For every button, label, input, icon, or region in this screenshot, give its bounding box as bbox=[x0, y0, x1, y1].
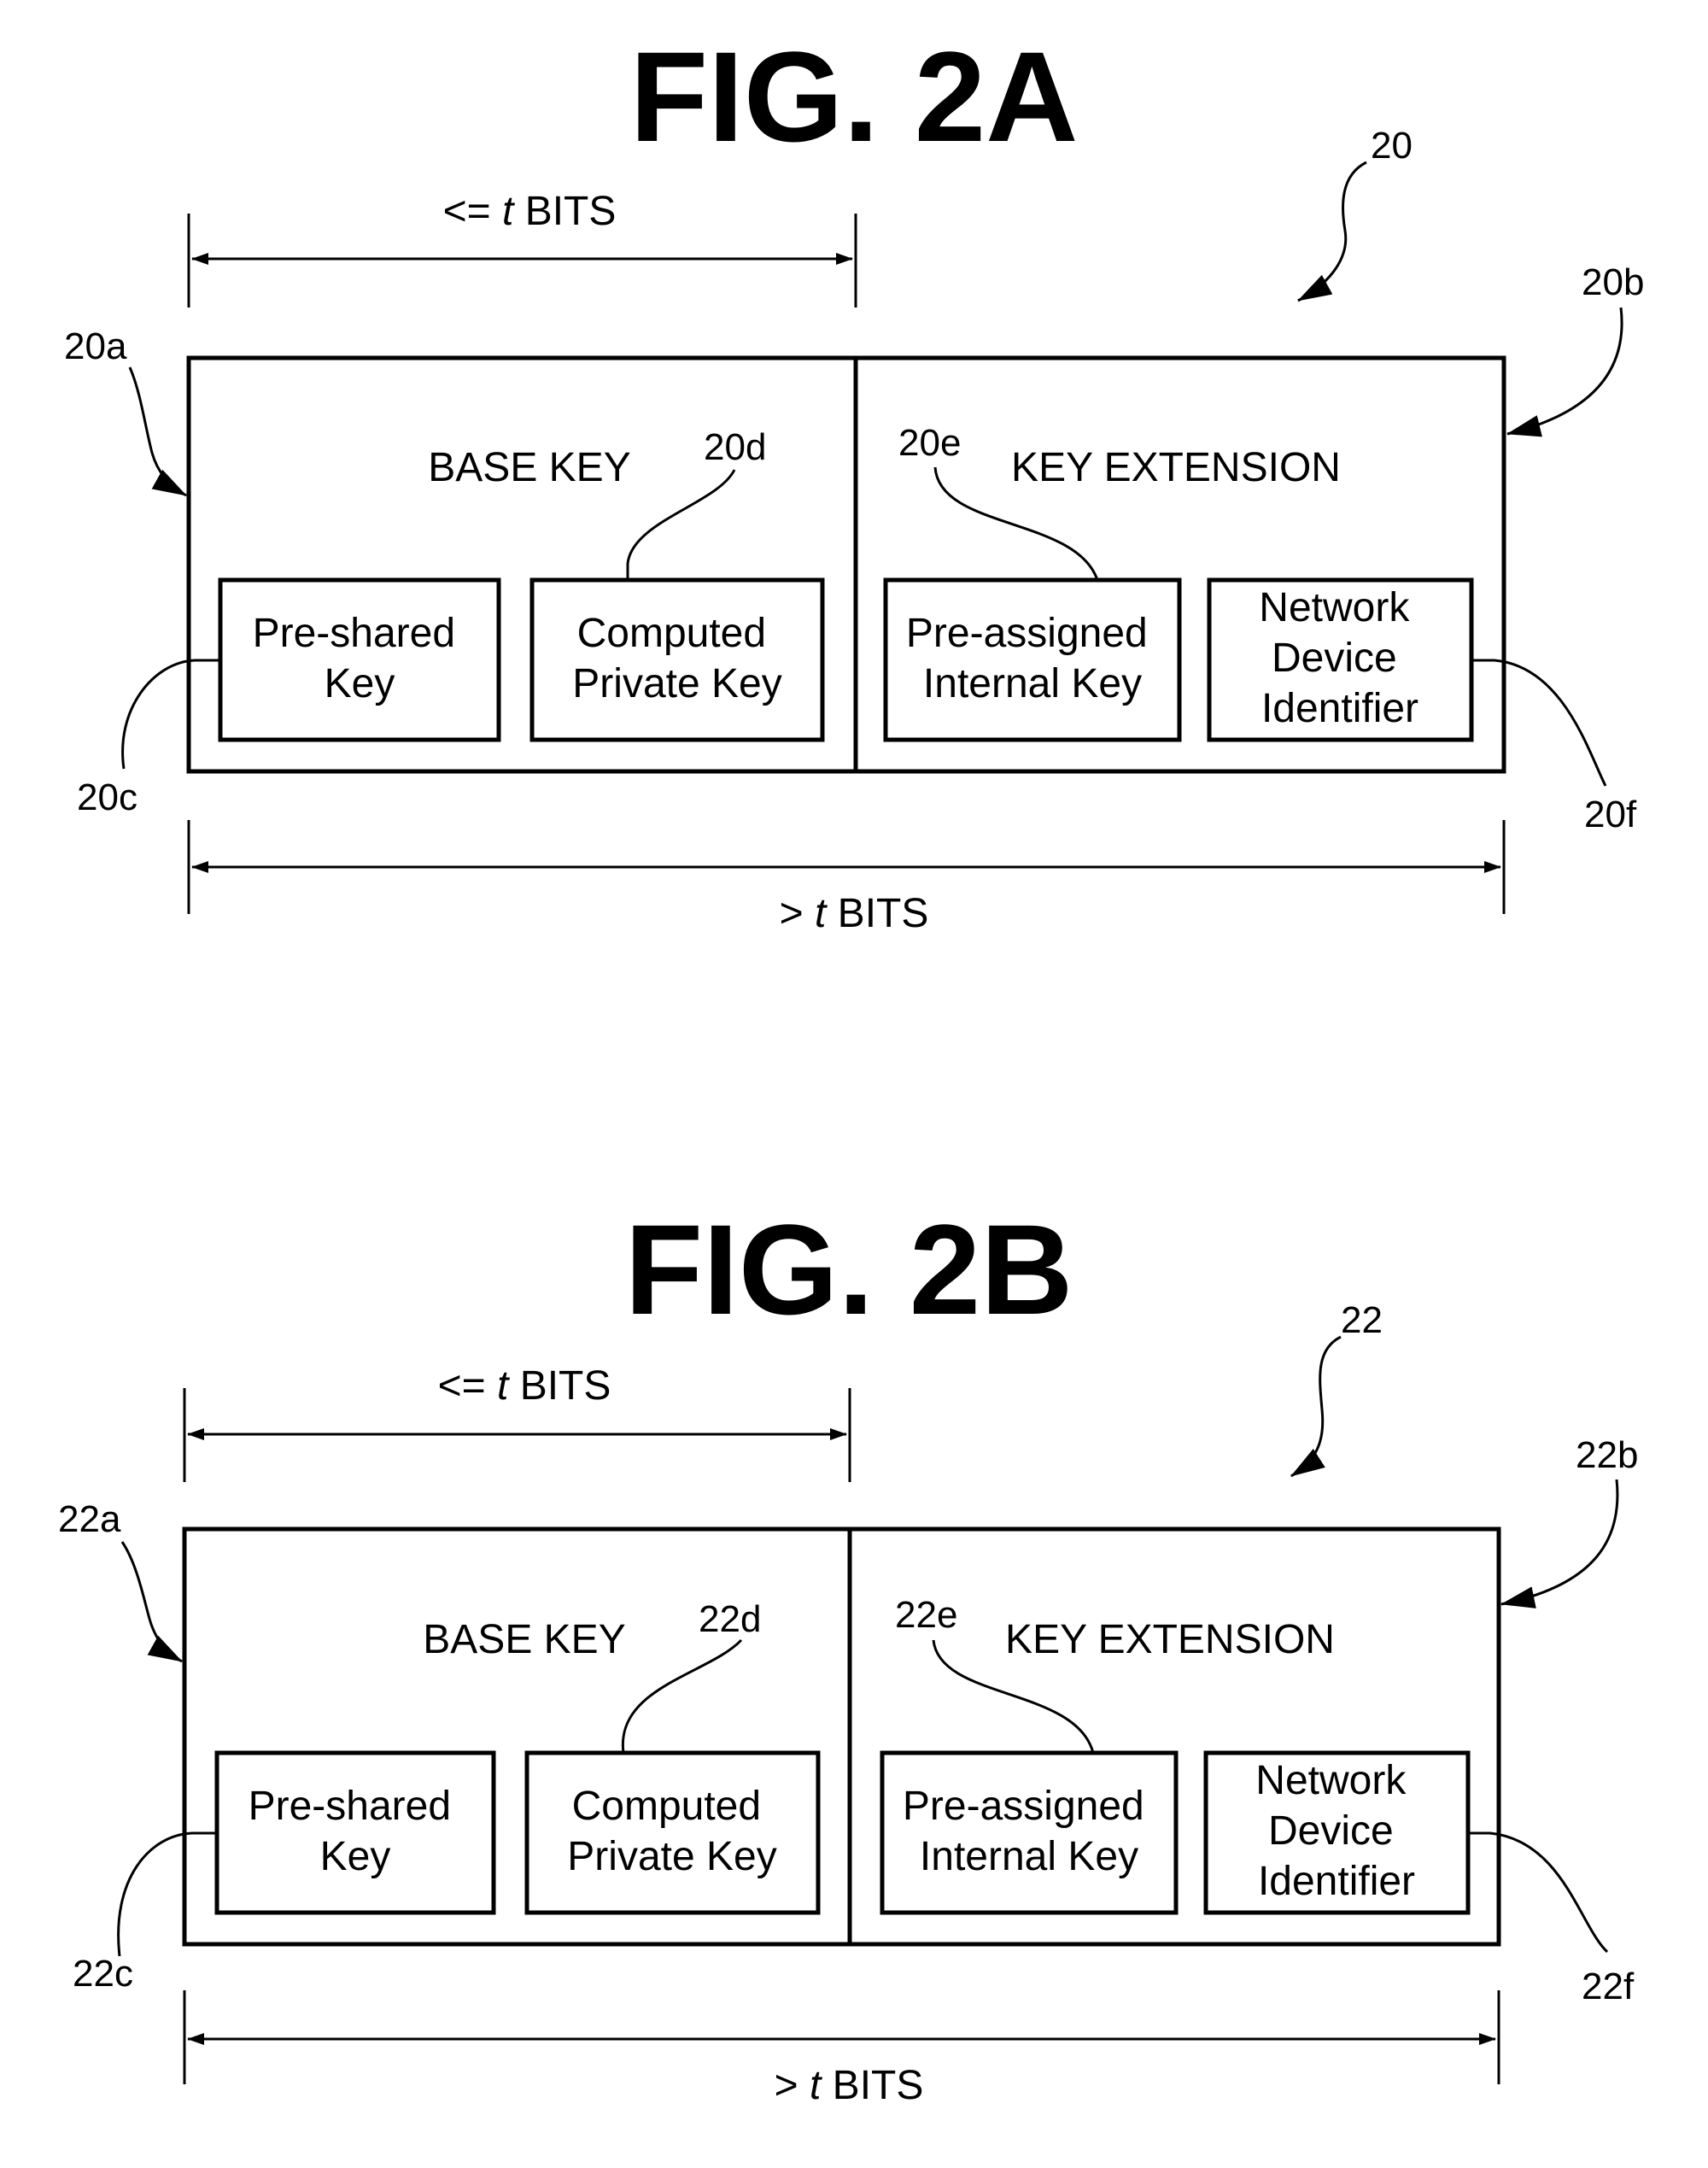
ref-label-main: 20 bbox=[1371, 125, 1413, 167]
ref-leader-network bbox=[1471, 659, 1607, 787]
computed-private-key-box bbox=[529, 577, 825, 742]
dim-label-base: <= t BITS bbox=[438, 1363, 611, 1409]
preassigned-internal-key-text: Pre-assigned Internal Key bbox=[906, 611, 1159, 706]
ref-label-preassigned: 20e bbox=[898, 422, 961, 464]
computed-private-key-text: Computed Private Key bbox=[572, 611, 781, 706]
ref-label-computed: 22d bbox=[699, 1598, 761, 1640]
ref-leader-preshared bbox=[121, 659, 220, 770]
ref-leader-preshared bbox=[117, 1831, 217, 1957]
ref-label-preshared: 20c bbox=[77, 776, 137, 818]
dim-label-total: > t BITS bbox=[780, 891, 929, 936]
ref-leader-computed bbox=[621, 1638, 743, 1754]
ref-arrow-base bbox=[120, 1541, 183, 1663]
network-device-identifier-text: Network Device Identifier bbox=[1255, 1758, 1417, 1904]
ref-arrow-main bbox=[1290, 1335, 1342, 1478]
figure-title: FIG. 2B bbox=[624, 1198, 1073, 1341]
base-key-label: BASE KEY bbox=[428, 445, 630, 490]
preshared-key-box bbox=[214, 1750, 496, 1915]
figure-2a: FIG. 2A 20 <= t BITS BASE KEY KEY EXTENS… bbox=[64, 25, 1644, 936]
ref-label-preassigned: 22e bbox=[895, 1594, 957, 1636]
preshared-key-text: Pre-shared Key bbox=[253, 611, 467, 706]
base-key-label: BASE KEY bbox=[423, 1617, 625, 1662]
ref-label-computed: 20d bbox=[704, 426, 766, 468]
ref-arrow-ext bbox=[1506, 307, 1623, 437]
ref-label-ext: 20b bbox=[1582, 261, 1644, 303]
preshared-key-text: Pre-shared Key bbox=[249, 1784, 463, 1879]
dim-label-base: <= t BITS bbox=[443, 189, 617, 234]
ref-label-base: 20a bbox=[64, 325, 127, 367]
key-extension-label: KEY EXTENSION bbox=[1005, 1617, 1335, 1662]
preassigned-internal-key-box bbox=[880, 1750, 1179, 1915]
ref-leader-computed bbox=[626, 469, 736, 580]
ref-label-preshared: 22c bbox=[73, 1953, 133, 1995]
ref-label-network: 20f bbox=[1584, 794, 1637, 835]
preassigned-internal-key-text: Pre-assigned Internal Key bbox=[903, 1784, 1155, 1879]
ref-label-base: 22a bbox=[58, 1498, 121, 1540]
ref-leader-network bbox=[1468, 1831, 1609, 1954]
computed-private-key-text: Computed Private Key bbox=[567, 1784, 776, 1879]
figure-2b: FIG. 2B 22 <= t BITS BASE KEY KEY EXTENS… bbox=[58, 1198, 1638, 2108]
dim-label-total: > t BITS bbox=[775, 2063, 924, 2108]
ref-label-network: 22f bbox=[1582, 1966, 1635, 2007]
computed-private-key-box bbox=[524, 1750, 821, 1915]
preassigned-internal-key-box bbox=[883, 577, 1182, 742]
preshared-key-box bbox=[218, 577, 501, 742]
ref-arrow-main bbox=[1297, 161, 1367, 302]
ref-arrow-base bbox=[128, 366, 187, 497]
key-extension-label: KEY EXTENSION bbox=[1011, 445, 1341, 490]
ref-arrow-ext bbox=[1500, 1479, 1619, 1608]
patent-drawing-sheet: FIG. 2A 20 <= t BITS BASE KEY KEY EXTENS… bbox=[58, 25, 1644, 2108]
ref-label-main: 22 bbox=[1341, 1299, 1383, 1341]
network-device-identifier-text: Network Device Identifier bbox=[1259, 585, 1420, 731]
ref-label-ext: 22b bbox=[1576, 1434, 1638, 1476]
figure-title: FIG. 2A bbox=[629, 25, 1078, 168]
